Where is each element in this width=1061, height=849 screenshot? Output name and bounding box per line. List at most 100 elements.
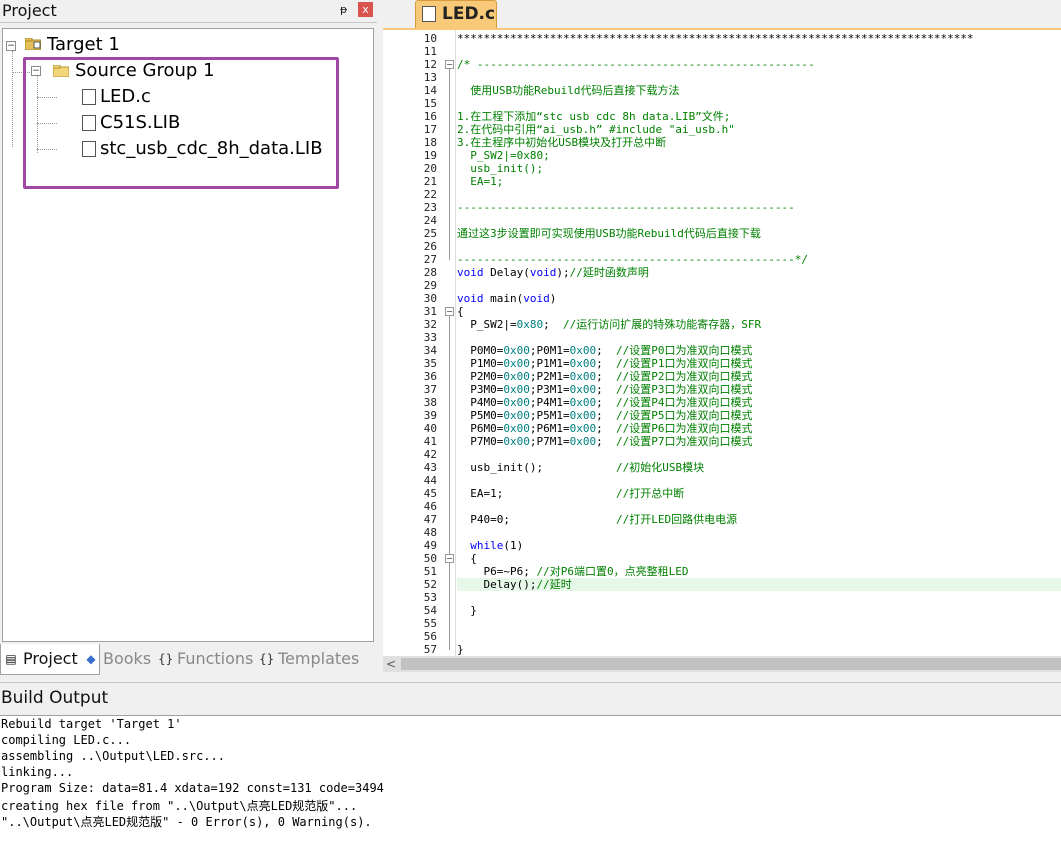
code-line[interactable]: } [457,643,1061,656]
code-line[interactable]: 通过这3步设置即可实现使用USB功能Rebuild代码后直接下载 [457,227,1061,240]
scrollbar-thumb[interactable] [401,658,1061,670]
tab-led-c[interactable]: LED.c [415,0,497,29]
fold-margin: − − − [443,30,456,658]
line-number: 10 [423,32,437,45]
code-line[interactable]: P5M0=0x00;P5M1=0x00; //设置P5口为准双向口模式 [457,409,1061,422]
tab-led-c-label: LED.c [442,4,496,24]
code-line[interactable]: P40=0; //打开LED回路供电电源 [457,513,1061,526]
code-line[interactable]: P_SW2|=0x80; //运行访问扩展的特殊功能寄存器，SFR [457,318,1061,331]
code-line[interactable]: void main(void) [457,292,1061,305]
line-number: 57 [423,643,437,656]
tab-templates-label: Templates [278,649,360,668]
code-line[interactable] [457,188,1061,201]
build-output-log[interactable]: Rebuild target 'Target 1' compiling LED.c… [0,715,1061,849]
line-number: 24 [423,214,437,227]
build-output-line: "..\Output\点亮LED规范版" - 0 Error(s), 0 War… [1,815,372,829]
code-line[interactable]: 2.在代码中引用“ai_usb.h” #include "ai_usb.h" [457,123,1061,136]
code-line[interactable]: P3M0=0x00;P3M1=0x00; //设置P3口为准双向口模式 [457,383,1061,396]
scroll-left-icon[interactable]: < [386,657,396,671]
code-line[interactable] [457,630,1061,643]
functions-icon: {} [158,652,174,666]
code-line[interactable] [457,526,1061,539]
code-area[interactable]: ****************************************… [457,30,1061,658]
code-line[interactable] [457,448,1061,461]
code-line[interactable] [457,97,1061,110]
editor-body[interactable]: 10 11 12 13 14 15 16 17 18 19 20 21 22 23 24 25 26 27 28 29… [383,28,1061,658]
code-line[interactable]: void Delay(void);//延时函数声明 [457,266,1061,279]
code-line[interactable]: ----------------------------------------… [457,201,1061,214]
line-number: 49 [423,539,437,552]
horizontal-scrollbar[interactable]: < [383,656,1061,672]
code-line[interactable]: P6M0=0x00;P6M1=0x00; //设置P6口为准双向口模式 [457,422,1061,435]
line-number: 52 [423,578,437,591]
code-line[interactable]: { [457,305,1061,318]
line-number: 21 [423,175,437,188]
fold-toggle[interactable]: − [445,60,454,69]
code-line[interactable]: P7M0=0x00;P7M1=0x00; //设置P7口为准双向口模式 [457,435,1061,448]
code-line[interactable]: while(1) [457,539,1061,552]
code-line[interactable]: ----------------------------------------… [457,253,1061,266]
code-line[interactable]: P2M0=0x00;P2M1=0x00; //设置P2口为准双向口模式 [457,370,1061,383]
collapse-target-toggle[interactable]: − [6,41,16,51]
line-number-gutter: 10 11 12 13 14 15 16 17 18 19 20 21 22 23 24 25 26 27 28 29… [383,30,443,658]
project-panel-header: Project ᵽ x [0,0,377,23]
code-line[interactable]: 使用USB功能Rebuild代码后直接下载方法 [457,84,1061,97]
code-line[interactable] [457,71,1061,84]
code-line[interactable]: P6=~P6; //对P6端口置0，点亮整租LED [457,565,1061,578]
line-number: 31 [423,305,437,318]
build-output-line: linking... [1,765,74,779]
code-line[interactable]: usb_init(); [457,162,1061,175]
line-number: 37 [423,383,437,396]
code-line[interactable]: P_SW2|=0x80; [457,149,1061,162]
line-number: 26 [423,240,437,253]
code-line[interactable] [457,617,1061,630]
code-line[interactable]: EA=1; [457,175,1061,188]
line-number: 40 [423,422,437,435]
build-output-line: Rebuild target 'Target 1' [1,717,182,731]
line-number: 16 [423,110,437,123]
build-output-line: assembling ..\Output\LED.src... [1,749,225,763]
code-line[interactable] [457,500,1061,513]
pin-icon[interactable]: ᵽ [340,3,347,16]
fold-toggle[interactable]: − [445,307,454,316]
code-line[interactable]: } [457,604,1061,617]
line-number: 46 [423,500,437,513]
tab-functions[interactable]: {} Functions [155,644,271,674]
code-line[interactable] [457,474,1061,487]
line-number: 43 [423,461,437,474]
code-line[interactable]: 3.在主程序中初始化USB模块及打开总中断 [457,136,1061,149]
code-line[interactable] [457,45,1061,58]
code-line[interactable]: Delay();//延时 [457,578,1061,591]
code-line[interactable]: { [457,552,1061,565]
fold-guide [449,563,450,611]
code-line[interactable]: P4M0=0x00;P4M1=0x00; //设置P4口为准双向口模式 [457,396,1061,409]
code-line[interactable]: ****************************************… [457,32,1061,45]
line-number: 35 [423,357,437,370]
project-icon: ▤ [5,652,17,666]
line-number: 41 [423,435,437,448]
code-line[interactable]: 1.在工程下添加“stc usb cdc 8h data.LIB”文件; [457,110,1061,123]
code-line[interactable]: P1M0=0x00;P1M1=0x00; //设置P1口为准双向口模式 [457,357,1061,370]
line-number: 22 [423,188,437,201]
code-line[interactable]: EA=1; //打开总中断 [457,487,1061,500]
project-panel-title: Project [2,1,57,20]
line-number: 51 [423,565,437,578]
line-number: 12 [423,58,437,71]
code-line[interactable]: /* -------------------------------------… [457,58,1061,71]
line-number: 18 [423,136,437,149]
tab-templates[interactable]: {} Templates [256,644,378,674]
close-panel-button[interactable]: x [358,2,373,17]
line-number: 11 [423,45,437,58]
code-line[interactable] [457,591,1061,604]
code-line[interactable] [457,214,1061,227]
code-line[interactable]: usb_init(); //初始化USB模块 [457,461,1061,474]
tab-functions-label: Functions [177,649,254,668]
build-output-line: Program Size: data=81.4 xdata=192 const=… [1,781,384,795]
code-line[interactable]: P0M0=0x00;P0M1=0x00; //设置P0口为准双向口模式 [457,344,1061,357]
code-line[interactable] [457,279,1061,292]
line-number: 55 [423,617,437,630]
code-line[interactable] [457,331,1061,344]
tree-item-target[interactable]: Target 1 [47,34,120,55]
fold-toggle[interactable]: − [445,554,454,563]
code-line[interactable] [457,240,1061,253]
